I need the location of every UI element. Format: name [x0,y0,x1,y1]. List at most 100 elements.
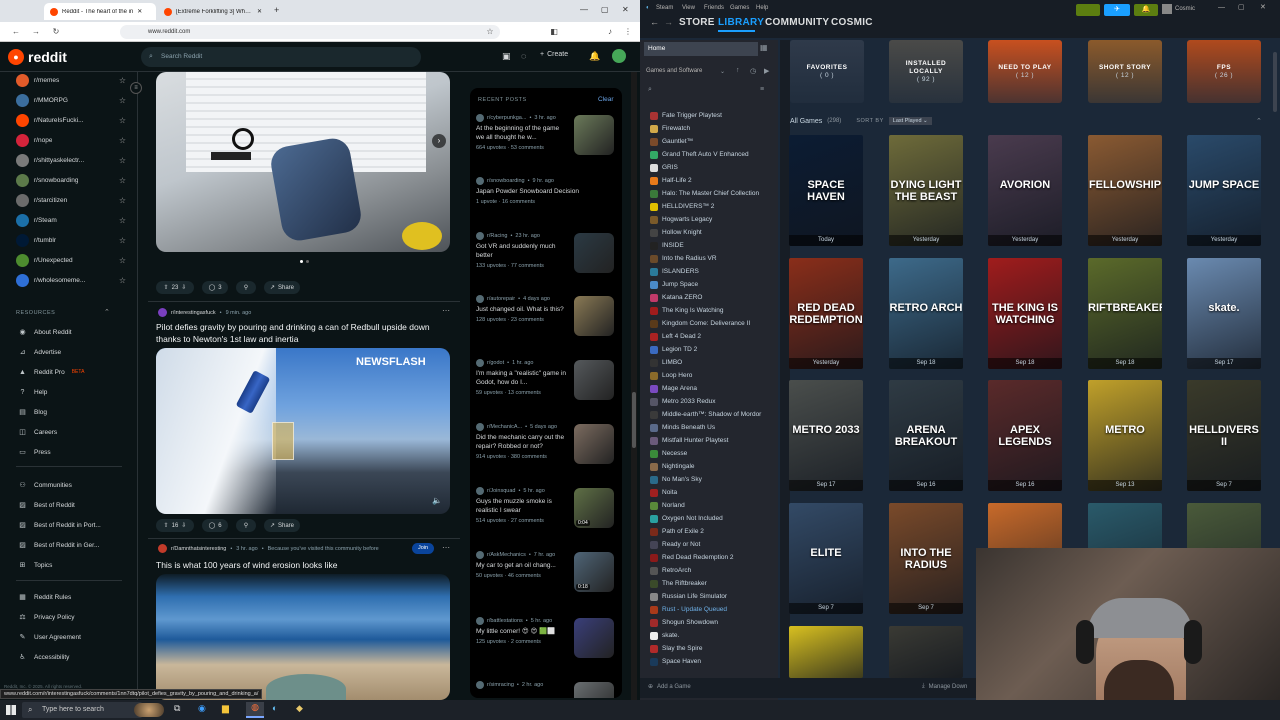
game-capsule[interactable]: THE KING IS WATCHING Sep 18 [988,258,1062,369]
game-capsule[interactable]: AVORION Yesterday [988,135,1062,246]
game-capsule[interactable]: APEX LEGENDS Sep 16 [988,380,1062,491]
games-filter-dropdown[interactable]: Games and Software [646,68,702,74]
recent-post-title[interactable]: Just changed oil. What is this? [476,305,568,314]
weather-widget-icon[interactable] [134,703,164,717]
edge-icon[interactable]: ◉ [198,703,206,714]
nav-tab-library[interactable]: LIBRARY [718,17,764,28]
sidebar-subreddit[interactable]: r/starcitizen ☆ [16,191,126,209]
library-game-item[interactable]: LIMBO [650,356,775,369]
more-options-icon[interactable]: ⋯ [442,543,450,552]
game-capsule[interactable]: ELITE Sep 7 [789,503,863,614]
post-image[interactable] [156,574,450,700]
sidebar-link[interactable]: ▤ Blog [18,405,47,419]
steam-menu-games[interactable]: Games [730,5,749,11]
maximize-icon[interactable]: ▢ [601,5,609,14]
menu-icon[interactable]: ⋮ [622,26,634,38]
award-button[interactable]: ⚲ [236,281,256,294]
sidebar-subreddit[interactable]: r/Unexpected ☆ [16,251,126,269]
forward-icon[interactable]: → [30,26,42,38]
game-capsule[interactable]: skate. Sep 17 [1187,258,1261,369]
sidebar-subreddit[interactable]: r/Steam ☆ [16,211,126,229]
search-icon[interactable]: ⌕ [648,86,652,94]
star-icon[interactable]: ☆ [119,156,126,165]
back-icon[interactable]: ← [10,26,22,38]
recent-post[interactable]: r/battlestations • 5 hr. ago My little corn… [476,616,618,658]
library-game-item[interactable]: Shogun Showdown [650,616,775,629]
recent-post[interactable]: r/snowboarding • 9 hr. ago Japan Powder Sno… [476,176,618,205]
user-menu[interactable]: Cosmic [1162,4,1195,14]
nav-tab-store[interactable]: STORE [679,17,715,28]
game-capsule[interactable]: METRO Sep 13 [1088,380,1162,491]
library-game-item[interactable]: Norland [650,499,775,512]
library-game-item[interactable]: RetroArch [650,564,775,577]
game-capsule[interactable]: JUMP SPACE Yesterday [1187,135,1261,246]
sidebar-subreddit[interactable]: r/shittyaskelectr... ☆ [16,151,126,169]
recent-post-thumbnail[interactable] [574,360,614,400]
game-capsule[interactable]: INTO THE RADIUS Sep 7 [889,503,963,614]
library-game-item[interactable]: Ready or Not [650,538,775,551]
search-input[interactable]: ⌕ Search Reddit [141,47,421,67]
close-window-icon[interactable]: ✕ [622,5,629,14]
collapse-sidebar-icon[interactable]: ≡ [130,82,142,94]
downvote-icon[interactable]: ⇩ [181,284,186,291]
subreddit-avatar[interactable] [158,544,167,553]
post-title[interactable]: Pilot defies gravity by pouring and drin… [156,321,446,345]
steam-menu-steam[interactable]: Steam [656,5,673,11]
recent-post-title[interactable]: My little corner! 😍 😍 🟩⬜ [476,627,568,636]
url-input[interactable]: www.reddit.com [120,25,500,39]
library-game-item[interactable]: Noita [650,486,775,499]
close-window-icon[interactable]: ✕ [1260,3,1266,11]
game-capsule[interactable]: HELLDIVERS II Sep 7 [1187,380,1261,491]
recent-post-sub[interactable]: r/cyberpunkga... [487,115,526,121]
sidebar-link[interactable]: ✎ User Agreement [18,630,81,644]
notification-bell-icon[interactable]: 🔔 [589,51,600,62]
library-game-item[interactable]: Necesse [650,447,775,460]
game-capsule[interactable]: DYING LIGHT THE BEAST Yesterday [889,135,963,246]
game-capsule[interactable]: ARENA BREAKOUT Sep 16 [889,380,963,491]
star-icon[interactable]: ☆ [119,276,126,285]
library-game-item[interactable]: Russian Life Simulator [650,590,775,603]
maximize-icon[interactable]: ▢ [1238,3,1245,11]
library-game-item[interactable]: Red Dead Redemption 2 [650,551,775,564]
recent-post-thumbnail[interactable] [574,682,614,698]
recent-post-title[interactable]: Guys the muzzle smoke is realistic I swe… [476,497,568,515]
notification-bell-icon[interactable]: 🔔 [1134,4,1158,16]
manage-downloads-button[interactable]: ⤓ Manage Down [922,683,967,690]
library-game-item[interactable]: The King Is Watching [650,304,775,317]
play-filter-icon[interactable]: ▶ [764,67,769,75]
library-game-item[interactable]: Hollow Knight [650,226,775,239]
game-capsule[interactable] [889,626,963,678]
recent-post-thumbnail[interactable] [574,233,614,273]
broadcast-icon[interactable]: ✈ [1104,4,1130,16]
sidebar-link[interactable]: ◫ Careers [18,425,57,439]
star-icon[interactable]: ☆ [119,96,126,105]
post-image[interactable]: › [156,72,450,252]
sidebar-link[interactable]: ♿ Accessibility [18,650,69,664]
sidebar-link[interactable]: ▦ Reddit Rules [18,590,71,604]
steam-icon[interactable]: ◐ [272,703,277,713]
library-game-item[interactable]: Metro 2033 Redux [650,395,775,408]
nav-tab-community[interactable]: COMMUNITY [765,17,829,28]
library-game-item[interactable]: Gauntlet™ [650,135,775,148]
recent-post[interactable]: r/simracing • 2 hr. ago [476,680,618,698]
library-game-item[interactable]: Half-Life 2 [650,174,775,187]
post-title[interactable]: This is what 100 years of wind erosion l… [156,559,446,571]
firefox-icon[interactable]: ◍ [246,702,264,718]
carousel-next-icon[interactable]: › [432,134,446,148]
extension-icon[interactable]: ◧ [548,26,560,38]
add-game-button[interactable]: ⊕ Add a Game [648,683,691,691]
shelf-collection[interactable]: SHORT STORY( 12 ) [1088,40,1162,103]
library-game-item[interactable]: Left 4 Dead 2 [650,330,775,343]
recent-post-title[interactable]: Japan Powder Snowboard Decision [476,187,612,196]
vote-button[interactable]: ⇧ 23 ⇩ [156,281,194,294]
recent-post[interactable]: r/Joinsquad • 5 hr. ago Guys the muzzle smo… [476,486,618,528]
star-icon[interactable]: ☆ [119,136,126,145]
game-capsule[interactable]: RETRO ARCH Sep 18 [889,258,963,369]
upvote-icon[interactable]: ⇧ [164,522,169,529]
sidebar-link[interactable]: ? Help [18,385,48,399]
chevron-down-icon[interactable]: ⌄ [720,68,725,75]
library-game-item[interactable]: Into the Radius VR [650,252,775,265]
library-game-item[interactable]: Legion TD 2 [650,343,775,356]
library-game-item[interactable]: Space Haven [650,655,775,668]
downvote-icon[interactable]: ⇩ [181,522,186,529]
